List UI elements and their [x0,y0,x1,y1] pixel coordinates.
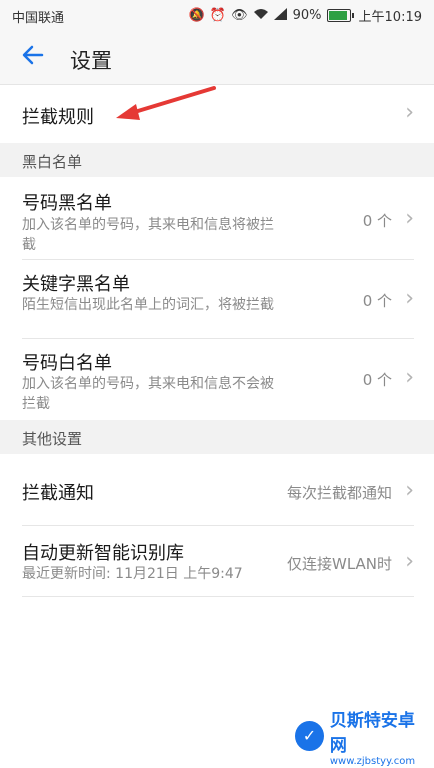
chevron-right-icon: › [405,478,414,503]
section-header-other: 其他设置 [0,420,434,454]
app-bar: 设置 [0,32,434,85]
chevron-right-icon: › [405,100,414,125]
section-header-blackwhite: 黑白名单 [0,143,434,177]
auto-update-library-item[interactable]: 自动更新智能识别库 最近更新时间: 11月21日 上午9:47 仅连接WLAN时… [0,526,434,596]
item-label: 号码黑名单 [22,193,112,214]
alarm-icon: ⏰ [209,8,227,23]
item-description: 加入该名单的号码，其来电和信息将被拦截 [22,217,274,253]
signal-icon [273,8,288,23]
item-label: 号码白名单 [22,353,112,374]
divider [22,596,414,597]
watermark-url: www.zjbstyy.com [329,755,416,767]
status-bar: 中国联通 🔕 ⏰ 👁 90% 上午10:19 [0,0,434,32]
battery-icon [326,9,354,22]
item-label: 关键字黑名单 [22,274,130,295]
chevron-right-icon: › [405,365,414,390]
item-value: 仅连接WLAN时 [286,555,392,573]
item-count: 0 个 [362,371,392,389]
watermark-name: 贝斯特安卓网 [329,710,415,756]
wifi-icon [253,8,269,23]
status-icons: 🔕 ⏰ 👁 90% 上午10:19 [189,6,422,25]
watermark-logo-icon: ✓ [293,719,326,753]
annotation-arrow [116,86,216,120]
intercept-notification-item[interactable]: 拦截通知 每次拦截都通知 › [0,454,434,526]
mute-icon: 🔕 [188,8,205,23]
keyword-blacklist-item[interactable]: 关键字黑名单 陌生短信出现此名单上的词汇，将被拦截 0 个 › [0,260,434,338]
item-label: 自动更新智能识别库 [22,543,184,564]
chevron-right-icon: › [405,206,414,231]
item-count: 0 个 [362,212,392,230]
page-title: 设置 [70,49,112,73]
chevron-right-icon: › [405,286,414,311]
number-blacklist-item[interactable]: 号码黑名单 加入该名单的号码，其来电和信息将被拦截 0 个 › [0,177,434,259]
battery-level [328,11,347,20]
item-description: 最近更新时间: 11月21日 上午9:47 [22,566,243,582]
item-description: 陌生短信出现此名单上的词汇，将被拦截 [22,297,274,313]
item-label: 拦截通知 [22,483,94,504]
number-whitelist-item[interactable]: 号码白名单 加入该名单的号码，其来电和信息不会被拦截 0 个 › [0,339,434,417]
chevron-right-icon: › [405,549,414,574]
section-title: 其他设置 [22,430,83,448]
item-description: 加入该名单的号码，其来电和信息不会被拦截 [22,376,274,412]
item-value: 每次拦截都通知 [286,484,392,502]
intercept-rules-label: 拦截规则 [22,107,94,128]
clock: 上午10:19 [358,10,422,25]
item-count: 0 个 [362,292,392,310]
battery-percent: 90% [292,8,322,23]
eye-icon: 👁 [231,8,248,23]
site-watermark: ✓ 贝斯特安卓网 www.zjbstyy.com [293,710,428,767]
back-arrow-icon[interactable] [20,42,50,72]
section-title: 黑白名单 [22,153,83,171]
carrier-label: 中国联通 [12,11,65,26]
